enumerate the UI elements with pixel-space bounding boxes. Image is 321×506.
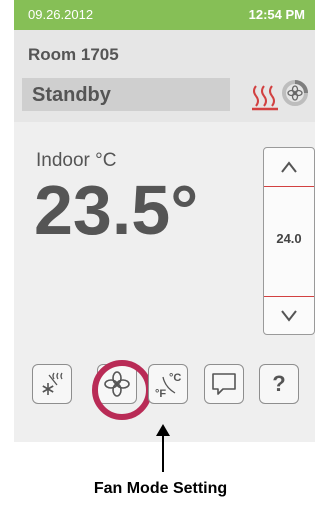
setpoint-down-button[interactable] — [264, 296, 314, 335]
mode-label: Standby — [32, 84, 111, 106]
setpoint-up-button[interactable] — [264, 148, 314, 187]
status-time: 12:54 PM — [248, 7, 305, 22]
status-bar: 09.26.2012 12:54 PM — [14, 0, 315, 30]
indoor-temperature: 23.5° — [34, 171, 199, 249]
help-button[interactable]: ? — [259, 364, 299, 404]
mode-display[interactable]: Standby — [22, 78, 230, 111]
room-name: Room 1705 — [28, 45, 119, 64]
setpoint-control: 24.0 — [263, 147, 315, 335]
units-toggle-icon: °C °F — [155, 372, 181, 399]
mode-button[interactable] — [32, 364, 72, 404]
message-button[interactable] — [204, 364, 244, 404]
setpoint-value: 24.0 — [276, 231, 302, 246]
chevron-up-icon — [281, 161, 297, 173]
pointer-arrow-line — [162, 426, 164, 472]
svg-text:°F: °F — [155, 388, 166, 399]
room-header: Room 1705 Standby — [14, 30, 315, 122]
message-icon — [212, 373, 236, 395]
help-icon: ? — [272, 371, 286, 396]
indoor-label: Indoor °C — [36, 150, 117, 171]
status-date: 09.26.2012 — [28, 7, 94, 22]
heat-icon — [252, 85, 278, 111]
chevron-down-icon — [281, 310, 297, 322]
fan-mode-highlight-ring — [92, 360, 152, 420]
annotation-caption: Fan Mode Setting — [93, 480, 228, 497]
snowflake-heat-icon — [42, 372, 63, 395]
thermostat-screen: 09.26.2012 12:54 PM Room 1705 Standby In… — [14, 0, 315, 442]
svg-text:°C: °C — [169, 372, 181, 384]
units-button[interactable]: °C °F — [148, 364, 188, 404]
fan-status-icon — [282, 80, 308, 106]
